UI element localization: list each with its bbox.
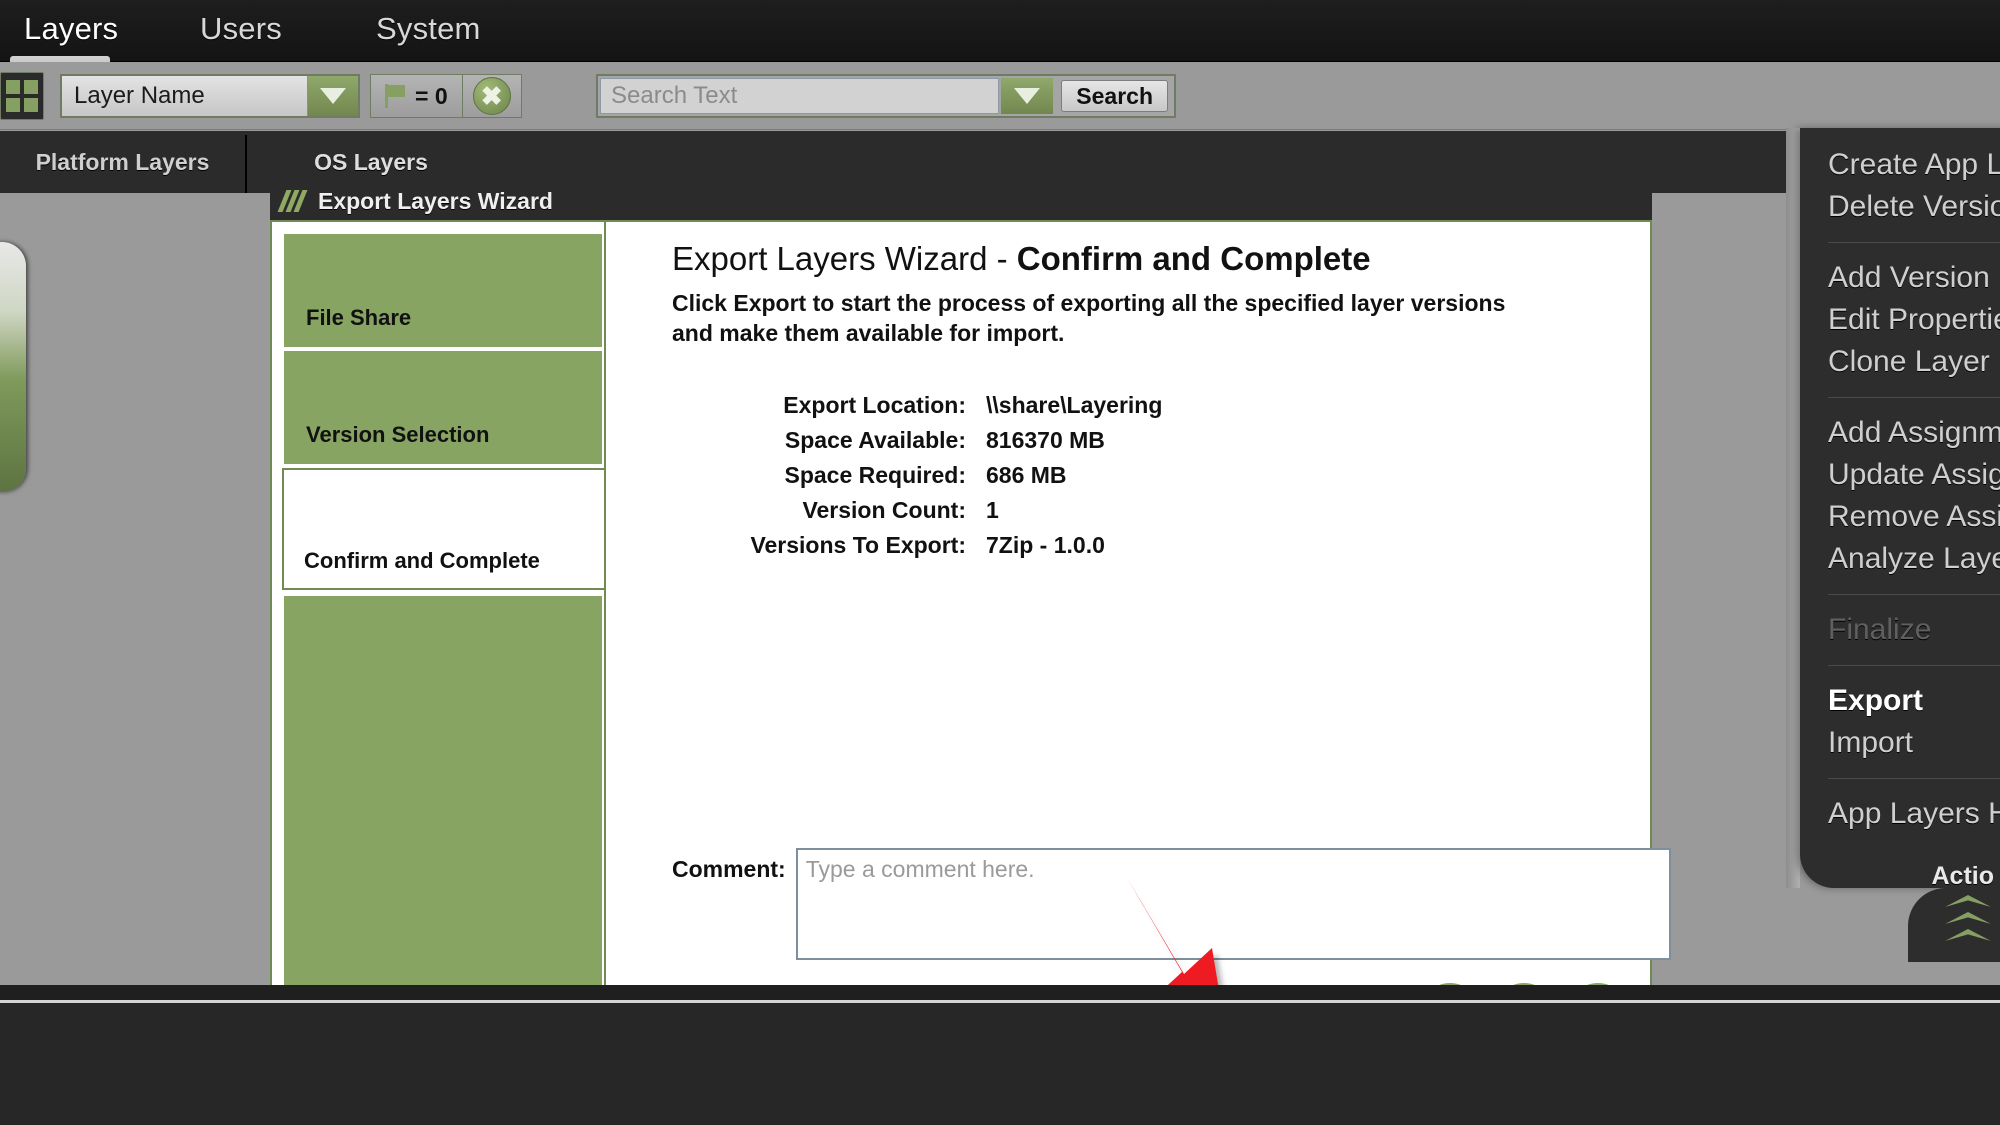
chevrons-up-icon (1945, 895, 2000, 955)
actions-separator (1828, 242, 2000, 243)
comment-row: Comment: (672, 848, 1671, 960)
summary-label-space-required: Space Required: (784, 461, 967, 488)
action-delete-version[interactable]: Delete Version (1800, 186, 2000, 228)
action-add-assignment[interactable]: Add Assignme (1800, 412, 2000, 454)
left-edge-slide-tab[interactable] (0, 242, 26, 492)
stripes-icon (277, 190, 308, 212)
layer-name-dropdown-value: Layer Name (62, 76, 308, 116)
action-remove-assignment[interactable]: Remove Assig (1800, 496, 2000, 538)
table-row: Space Available: 816370 MB (674, 424, 1162, 457)
summary-label-space-available: Space Available: (784, 426, 966, 453)
search-button[interactable]: Search (1061, 80, 1168, 112)
wizard-panel-title-step: Confirm and Complete (1016, 240, 1371, 277)
actions-separator (1828, 594, 2000, 595)
actions-separator (1828, 778, 2000, 779)
circle-x-icon: ✖ (472, 77, 511, 115)
action-update-assignment[interactable]: Update Assign (1800, 454, 2000, 496)
summary-value-versions-to-export: 7Zip - 1.0.0 (986, 531, 1105, 558)
comment-label: Comment: (672, 856, 786, 882)
search-input[interactable] (600, 78, 1000, 114)
action-app-layers-help[interactable]: App Layers He (1800, 793, 2000, 835)
wizard-panel-title: Export Layers Wizard - Confirm and Compl… (672, 240, 1630, 278)
action-edit-properties[interactable]: Edit Properties (1800, 299, 2000, 341)
clear-filter-button[interactable]: ✖ (462, 75, 521, 117)
search-dropdown-toggle[interactable] (1001, 78, 1054, 114)
wizard-title-text: Export Layers Wizard (318, 187, 553, 214)
summary-label-versions-to-export: Versions To Export: (750, 531, 966, 558)
export-summary-table: Export Location: \\share\Layering Space … (672, 387, 1164, 564)
actions-drawer-label: Actio (1931, 862, 1995, 890)
table-row: Space Required: 686 MB (674, 459, 1162, 492)
flag-filter-group: = 0 ✖ (370, 74, 522, 118)
table-row: Version Count: 1 (674, 494, 1162, 527)
grid-view-button[interactable] (0, 72, 44, 120)
tab-active-underlay (0, 193, 262, 209)
actions-separator (1828, 397, 2000, 398)
grid-icon-cell (6, 80, 20, 94)
actions-panel: Create App La Delete Version Add Version… (1800, 128, 2000, 888)
wizard-title-bar[interactable]: Export Layers Wizard (270, 182, 1652, 220)
search-group: Search (596, 74, 1176, 118)
menu-item-layers[interactable]: Layers (6, 11, 136, 47)
summary-value-space-available: 816370 MB (986, 426, 1105, 453)
action-analyze-layer[interactable]: Analyze Layer (1800, 538, 2000, 580)
summary-value-space-required: 686 MB (986, 461, 1067, 488)
tab-platform-layers[interactable]: Platform Layers (0, 131, 245, 193)
menu-item-system[interactable]: System (358, 11, 499, 47)
grid-icon-cell (24, 98, 38, 112)
table-row: Export Location: \\share\Layering (674, 389, 1162, 422)
wizard-panel-title-separator: - (987, 240, 1017, 277)
action-add-version[interactable]: Add Version (1800, 257, 2000, 299)
layer-name-dropdown[interactable]: Layer Name (60, 74, 360, 118)
action-finalize: Finalize (1828, 613, 1932, 646)
bottom-status-bar (0, 1000, 2000, 1125)
actions-separator (1828, 665, 2000, 666)
bottom-divider (0, 985, 2000, 1000)
flag-filter-button[interactable]: = 0 (371, 75, 463, 117)
grid-icon-cell (24, 80, 38, 94)
comment-input[interactable] (795, 848, 1671, 960)
top-menu-bar: Layers Users System (0, 0, 2000, 74)
wizard-step-version-selection[interactable]: Version Selection (284, 351, 602, 464)
wizard-panel-description: Click Export to start the process of exp… (672, 290, 1506, 347)
action-clone-layer[interactable]: Clone Layer (1800, 341, 2000, 383)
action-create-app-layer[interactable]: Create App La (1800, 144, 2000, 186)
summary-label-version-count: Version Count: (802, 496, 966, 523)
wizard-step-file-share[interactable]: File Share (284, 234, 602, 347)
wizard-panel-title-prefix: Export Layers Wizard (672, 240, 988, 277)
wizard-step-pending (284, 596, 602, 1051)
summary-value-version-count: 1 (986, 496, 999, 523)
wizard-body: File Share Version Selection Confirm and… (270, 220, 1671, 1067)
action-export[interactable]: Export (1800, 680, 2000, 722)
wizard-content-panel: Export Layers Wizard - Confirm and Compl… (604, 222, 1671, 1065)
summary-label-export-location: Export Location: (783, 391, 966, 418)
table-row: Versions To Export: 7Zip - 1.0.0 (674, 529, 1162, 562)
chevron-down-icon[interactable] (308, 76, 358, 116)
flag-filter-label: = 0 (415, 82, 448, 109)
menu-item-users[interactable]: Users (182, 11, 300, 47)
wizard-step-confirm-and-complete[interactable]: Confirm and Complete (282, 468, 612, 590)
grid-icon-cell (6, 98, 20, 112)
summary-value-export-location: \\share\Layering (986, 391, 1163, 418)
export-layers-wizard-dialog: Export Layers Wizard File Share Version … (270, 182, 1671, 1067)
wizard-step-rail: File Share Version Selection Confirm and… (272, 222, 612, 1065)
flag-icon (385, 84, 407, 108)
panel-scroll-edge[interactable] (1786, 128, 1800, 888)
action-import[interactable]: Import (1800, 722, 2000, 764)
